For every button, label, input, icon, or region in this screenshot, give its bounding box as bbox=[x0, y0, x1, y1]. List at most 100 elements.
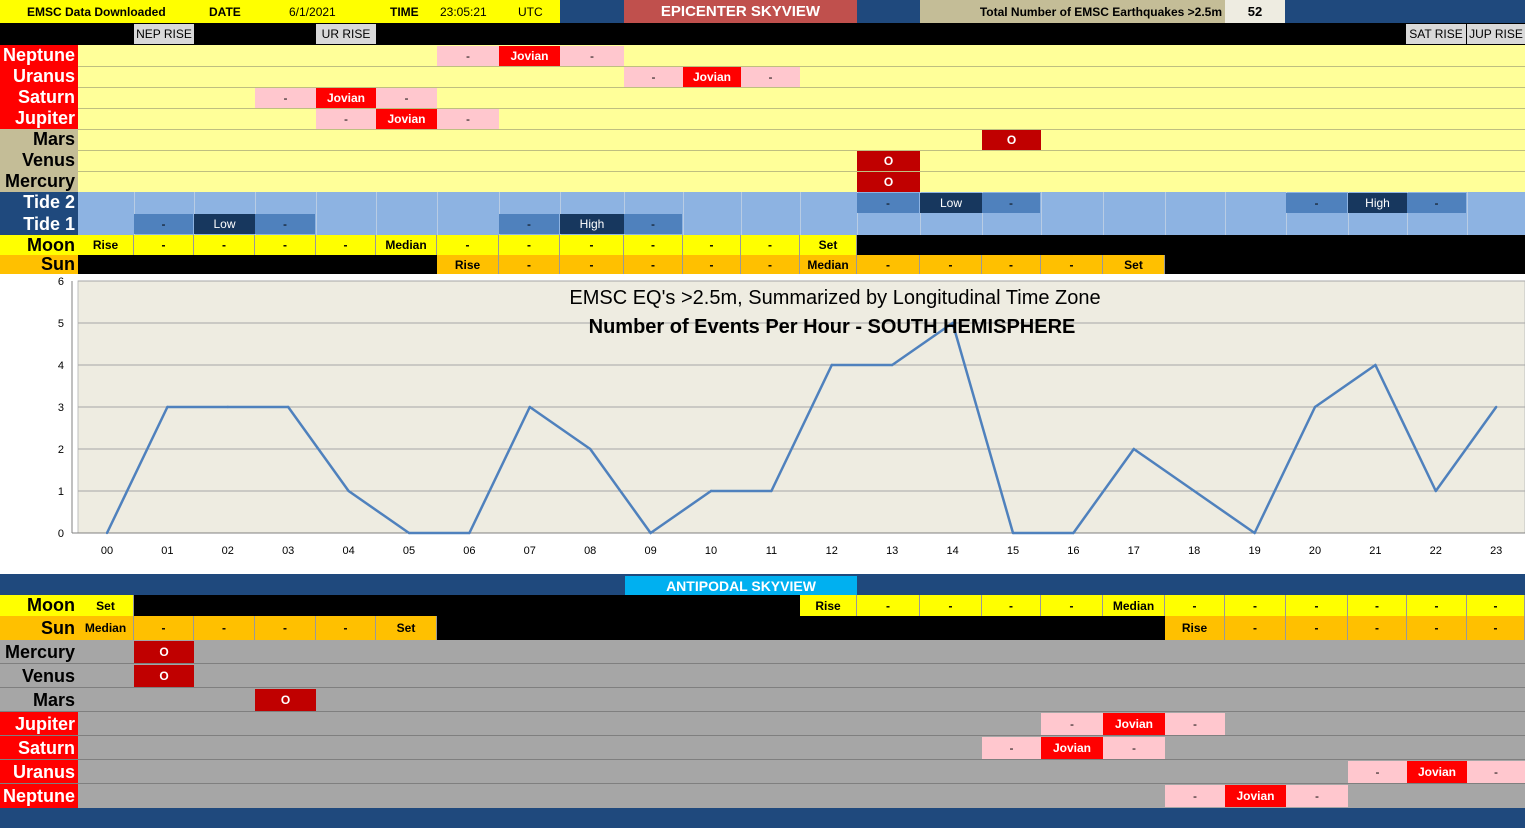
antipodal-jupiter-cell: - bbox=[1041, 713, 1103, 735]
jup-rise-label: JUP RISE bbox=[1467, 24, 1525, 44]
antipodal-jupiter-jovian-cell: Jovian bbox=[1103, 713, 1165, 735]
antipodal-venus-o-cell: O bbox=[134, 665, 194, 687]
x-tick-label: 23 bbox=[1490, 545, 1502, 557]
moon-cell: - bbox=[741, 235, 800, 255]
tide1-cell: - bbox=[499, 214, 560, 234]
row-divider bbox=[0, 759, 1525, 760]
x-tick-label: 07 bbox=[524, 545, 536, 557]
tide-grid-line bbox=[1467, 192, 1468, 235]
x-tick-label: 20 bbox=[1309, 545, 1321, 557]
tide1-cell: - bbox=[255, 214, 316, 234]
data-point bbox=[468, 531, 471, 535]
neptune-cell: - bbox=[560, 46, 624, 66]
data-point bbox=[1072, 531, 1075, 535]
sun-cell: - bbox=[499, 255, 560, 274]
moon-cell: - bbox=[194, 235, 255, 255]
antipodal-saturn-cell: - bbox=[1103, 737, 1165, 759]
data-point bbox=[105, 531, 109, 535]
data-point bbox=[287, 405, 290, 409]
antipodal-moon-cell: - bbox=[1041, 595, 1103, 616]
data-point bbox=[407, 531, 411, 535]
moon-cell: - bbox=[437, 235, 499, 255]
antipodal-neptune-jovian-cell: Jovian bbox=[1225, 785, 1286, 807]
sun-cell: Rise bbox=[437, 255, 499, 274]
moon-cell: - bbox=[499, 235, 560, 255]
data-point bbox=[1011, 531, 1015, 535]
downloaded-label: EMSC Data Downloaded bbox=[27, 4, 166, 19]
moon-cell: - bbox=[255, 235, 316, 255]
x-tick-label: 03 bbox=[282, 545, 294, 557]
planet-rows-background bbox=[78, 45, 1525, 192]
y-tick-label: 4 bbox=[58, 360, 64, 372]
antipodal-row-label-neptune: Neptune bbox=[0, 784, 78, 808]
events-per-hour-chart: 012345600 01 02 03 04 05 06 07 08 09 10 11 12 13 14 15 1… bbox=[58, 276, 1525, 557]
antipodal-moon-cell: - bbox=[857, 595, 920, 616]
uranus-cell: - bbox=[741, 67, 800, 87]
x-tick-label: 06 bbox=[463, 545, 475, 557]
tide1-low-cell: Low bbox=[194, 214, 255, 234]
sat-rise-label: SAT RISE bbox=[1406, 24, 1466, 44]
timezone-label: UTC bbox=[518, 4, 543, 19]
antipodal-saturn-cell: - bbox=[982, 737, 1041, 759]
x-tick-label: 21 bbox=[1369, 545, 1381, 557]
row-label-moon: Moon bbox=[0, 235, 78, 255]
row-divider bbox=[78, 108, 1525, 109]
antipodal-row-label-venus: Venus bbox=[0, 664, 78, 688]
antipodal-saturn-jovian-cell: Jovian bbox=[1041, 737, 1103, 759]
antipodal-sun-cell: - bbox=[1407, 616, 1467, 640]
tide-grid-line bbox=[1041, 192, 1042, 235]
antipodal-moon-cell: - bbox=[920, 595, 982, 616]
x-tick-label: 14 bbox=[946, 545, 958, 557]
sun-cell: - bbox=[741, 255, 800, 274]
x-tick-label: 17 bbox=[1128, 545, 1140, 557]
antipodal-sun-cell: - bbox=[1225, 616, 1286, 640]
x-tick-label: 16 bbox=[1067, 545, 1079, 557]
moon-cell: - bbox=[683, 235, 741, 255]
antipodal-jupiter-cell: - bbox=[1165, 713, 1225, 735]
antipodal-moon-cell: Rise bbox=[800, 595, 857, 616]
row-label-tide2: Tide 2 bbox=[0, 192, 78, 213]
antipodal-sun-cell: Rise bbox=[1165, 616, 1225, 640]
row-divider bbox=[0, 711, 1525, 712]
total-value: 52 bbox=[1225, 0, 1285, 23]
tide-grid-line bbox=[437, 192, 438, 235]
time-value: 23:05:21 bbox=[440, 4, 487, 19]
antipodal-sun-cell: - bbox=[1467, 616, 1525, 640]
sun-cell: Set bbox=[1103, 255, 1165, 274]
y-tick-label: 3 bbox=[58, 402, 64, 414]
moon-cell: - bbox=[560, 235, 624, 255]
sun-cell: - bbox=[624, 255, 683, 274]
antipodal-sun-cell: - bbox=[134, 616, 194, 640]
row-label-mars: Mars bbox=[0, 129, 78, 150]
mars-o-cell: O bbox=[982, 130, 1041, 150]
row-divider bbox=[0, 687, 1525, 688]
tide1-high-cell: High bbox=[560, 214, 624, 234]
y-tick-label: 0 bbox=[58, 528, 64, 540]
data-point bbox=[830, 363, 833, 367]
sun-cell: Median bbox=[800, 255, 857, 274]
y-tick-label: 1 bbox=[58, 486, 64, 498]
antipodal-uranus-cell: - bbox=[1348, 761, 1407, 783]
antipodal-neptune-cell: - bbox=[1286, 785, 1348, 807]
x-tick-label: 15 bbox=[1007, 545, 1019, 557]
page-title: EPICENTER SKYVIEW bbox=[624, 0, 857, 23]
antipodal-sun-cell: - bbox=[255, 616, 316, 640]
antipodal-sun-cell: Median bbox=[78, 616, 134, 640]
saturn-cell: - bbox=[376, 88, 437, 108]
uranus-cell: - bbox=[624, 67, 683, 87]
x-tick-label: 00 bbox=[101, 545, 113, 557]
uranus-jovian-cell: Jovian bbox=[683, 67, 741, 87]
data-point bbox=[709, 489, 713, 493]
data-point bbox=[528, 405, 531, 409]
antipodal-sun-cell: - bbox=[1286, 616, 1348, 640]
antipodal-row-label-sun: Sun bbox=[0, 616, 78, 640]
data-point bbox=[770, 489, 773, 493]
antipodal-uranus-jovian-cell: Jovian bbox=[1407, 761, 1467, 783]
row-label-tide1: Tide 1 bbox=[0, 213, 78, 235]
tide-grid-line bbox=[376, 192, 377, 235]
sun-cell: - bbox=[560, 255, 624, 274]
antipodal-row-label-mars: Mars bbox=[0, 688, 78, 712]
data-point bbox=[1495, 405, 1498, 409]
sun-cell: - bbox=[683, 255, 741, 274]
antipodal-moon-cell: - bbox=[1165, 595, 1225, 616]
